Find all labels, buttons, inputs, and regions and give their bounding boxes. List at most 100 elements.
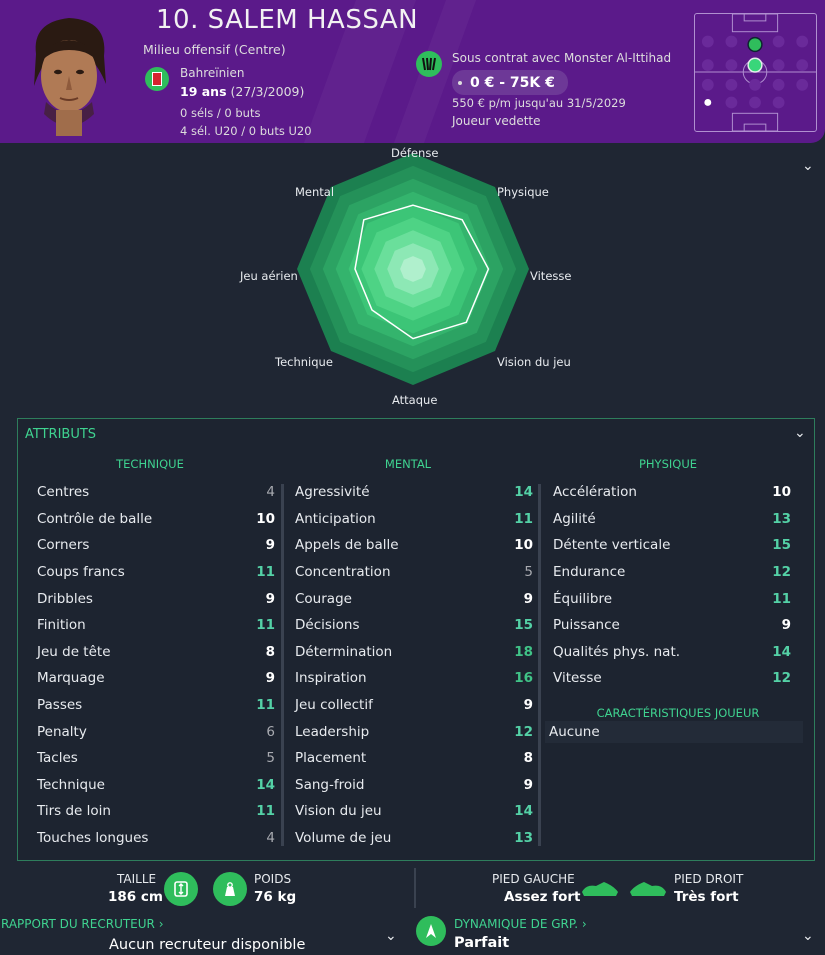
attribute-value: 5	[266, 750, 275, 767]
radar-label-vitesse: Vitesse	[530, 269, 572, 283]
attribute-label: Détente verticale	[553, 537, 671, 554]
column-divider	[281, 484, 284, 846]
attribute-value: 14	[514, 803, 533, 820]
scout-report-value: Aucun recruteur disponible	[109, 937, 306, 953]
attribute-label: Équilibre	[553, 590, 613, 607]
right-foot-value: Très fort	[674, 889, 739, 905]
contract-status[interactable]: Sous contrat avec Monster Al-Ittihad	[452, 51, 671, 65]
attribute-value: 18	[514, 643, 533, 660]
attribute-row[interactable]: Appels de balle 10	[293, 532, 533, 559]
attribute-row[interactable]: Détente verticale 15	[551, 532, 791, 559]
attribute-row[interactable]: Anticipation 11	[293, 506, 533, 533]
attribute-row[interactable]: Qualités phys. nat. 14	[551, 639, 791, 666]
attribute-value: 12	[772, 564, 791, 581]
attribute-row[interactable]: Corners 9	[35, 532, 275, 559]
attribute-row[interactable]: Vision du jeu 14	[293, 798, 533, 825]
bottom-info: TAILLE 186 cm POIDS 76 kg PIED GAUCHE As…	[0, 862, 825, 955]
attribute-row[interactable]: Agilité 13	[551, 506, 791, 533]
attribute-row[interactable]: Touches longues 4	[35, 825, 275, 852]
club-logo-icon[interactable]	[416, 51, 442, 77]
right-foot-label: PIED DROIT	[674, 872, 744, 886]
attribute-row[interactable]: Contrôle de balle 10	[35, 506, 275, 533]
weight-icon	[213, 872, 247, 906]
attribute-label: Agilité	[553, 510, 596, 527]
scout-report-link[interactable]: RAPPORT DU RECRUTEUR ›	[1, 917, 164, 931]
attribute-row[interactable]: Penalty 6	[35, 718, 275, 745]
attribute-row[interactable]: Concentration 5	[293, 559, 533, 586]
attribute-label: Sang-froid	[295, 776, 365, 793]
attribute-value: 9	[523, 776, 533, 793]
attribute-row[interactable]: Détermination 18	[293, 639, 533, 666]
attribute-row[interactable]: Tirs de loin 11	[35, 798, 275, 825]
attribute-row[interactable]: Jeu de tête 8	[35, 639, 275, 666]
attribute-label: Vitesse	[553, 670, 602, 687]
chevron-down-icon[interactable]: ⌄	[802, 158, 814, 174]
attribute-row[interactable]: Agressivité 14	[293, 479, 533, 506]
transfer-value-badge: 0 € - 75K €	[452, 70, 568, 95]
attribute-row[interactable]: Sang-froid 9	[293, 772, 533, 799]
player-nationality[interactable]: Bahreïnien	[180, 66, 245, 80]
attribute-value: 9	[265, 537, 275, 554]
attribute-row[interactable]: Décisions 15	[293, 612, 533, 639]
attribute-label: Tirs de loin	[37, 803, 111, 820]
bottom-divider	[414, 868, 416, 908]
attribute-row[interactable]: Coups francs 11	[35, 559, 275, 586]
age-value: 19 ans	[180, 84, 227, 99]
attribute-label: Corners	[37, 537, 90, 554]
attribute-label: Puissance	[553, 617, 620, 634]
attribute-row[interactable]: Jeu collectif 9	[293, 692, 533, 719]
international-caps: 0 séls / 0 buts	[180, 106, 261, 120]
attributes-title[interactable]: ATTRIBUTS	[25, 427, 96, 442]
attribute-value: 8	[523, 750, 533, 767]
radar-label-physique: Physique	[497, 185, 549, 199]
squad-role: Joueur vedette	[452, 114, 541, 128]
physique-list: Accélération 10 Agilité 13 Détente verticale…	[551, 479, 791, 692]
attribute-value: 9	[265, 590, 275, 607]
attributes-panel: ATTRIBUTS ⌄ TECHNIQUE MENTAL PHYSIQUE Ce…	[17, 418, 815, 861]
chevron-down-icon[interactable]: ⌄	[794, 425, 806, 441]
radar-ring	[400, 256, 426, 282]
team-dynamics-link[interactable]: DYNAMIQUE DE GRP. ›	[454, 917, 587, 931]
chevron-down-icon[interactable]: ⌄	[802, 928, 814, 944]
radar-label-attaque: Attaque	[392, 393, 438, 407]
attribute-row[interactable]: Puissance 9	[551, 612, 791, 639]
attribute-value: 14	[772, 643, 791, 660]
chevron-down-icon[interactable]: ⌄	[385, 928, 397, 944]
attribute-row[interactable]: Endurance 12	[551, 559, 791, 586]
attribute-row[interactable]: Dribbles 9	[35, 585, 275, 612]
attribute-row[interactable]: Équilibre 11	[551, 585, 791, 612]
u20-caps: 4 sél. U20 / 0 buts U20	[180, 124, 312, 138]
attribute-row[interactable]: Vitesse 12	[551, 665, 791, 692]
attribute-label: Appels de balle	[295, 537, 399, 554]
attribute-row[interactable]: Courage 9	[293, 585, 533, 612]
attribute-row[interactable]: Volume de jeu 13	[293, 825, 533, 852]
attribute-label: Endurance	[553, 564, 626, 581]
left-foot-label: PIED GAUCHE	[492, 872, 575, 886]
attribute-row[interactable]: Placement 8	[293, 745, 533, 772]
transfer-value: 0 € - 75K €	[470, 74, 555, 91]
attribute-label: Coups francs	[37, 564, 125, 581]
attribute-label: Agressivité	[295, 484, 370, 501]
attribute-value: 15	[514, 617, 533, 634]
attribute-row[interactable]: Marquage 9	[35, 665, 275, 692]
attribute-label: Passes	[37, 697, 83, 714]
attribute-row[interactable]: Technique 14	[35, 772, 275, 799]
attribute-label: Accélération	[553, 484, 637, 501]
height-value: 186 cm	[108, 889, 163, 905]
attribute-label: Technique	[37, 776, 105, 793]
attribute-row[interactable]: Finition 11	[35, 612, 275, 639]
attribute-row[interactable]: Passes 11	[35, 692, 275, 719]
attribute-value: 10	[772, 484, 791, 501]
attribute-row[interactable]: Tacles 5	[35, 745, 275, 772]
left-foot-value: Assez fort	[504, 889, 581, 905]
attribute-row[interactable]: Inspiration 16	[293, 665, 533, 692]
attribute-label: Vision du jeu	[295, 803, 382, 820]
attribute-label: Jeu de tête	[37, 643, 111, 660]
attribute-row[interactable]: Accélération 10	[551, 479, 791, 506]
team-dynamics-value: Parfait	[454, 935, 510, 951]
attribute-value: 14	[514, 484, 533, 501]
attribute-value: 13	[514, 830, 533, 847]
attribute-row[interactable]: Leadership 12	[293, 718, 533, 745]
column-divider	[538, 484, 541, 846]
attribute-row[interactable]: Centres 4	[35, 479, 275, 506]
